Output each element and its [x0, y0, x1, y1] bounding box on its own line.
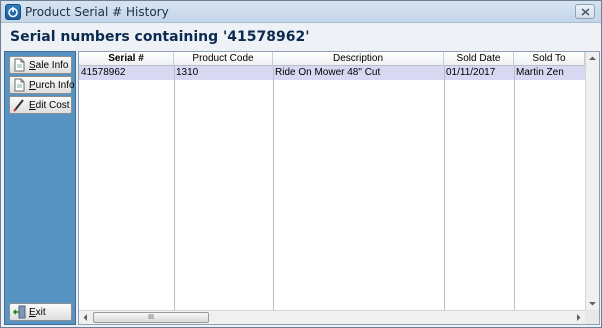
page-heading: Serial numbers containing '41578962'	[10, 29, 310, 45]
window-title: Product Serial # History	[25, 5, 169, 19]
exit-door-icon	[13, 305, 26, 319]
column-header-sold-date[interactable]: Sold Date	[444, 52, 514, 66]
table-header: Serial # Product Code Description Sold D…	[79, 52, 585, 66]
horizontal-scroll-thumb[interactable]: III	[93, 312, 209, 323]
sidebar: Sale Info Purch Info Edit Cost Exit	[4, 51, 76, 325]
sold-to-cell: Martin Zen	[516, 67, 564, 78]
horizontal-scrollbar[interactable]: III	[79, 310, 599, 324]
exit-button[interactable]: Exit	[9, 303, 72, 321]
document-icon	[14, 78, 25, 92]
column-header-description[interactable]: Description	[273, 52, 444, 66]
scrollbar-corner	[585, 310, 599, 324]
sale-info-button[interactable]: Sale Info	[9, 56, 72, 74]
column-header-sold-to[interactable]: Sold To	[514, 52, 585, 66]
exit-label: Exit	[29, 306, 46, 318]
purch-info-label: Purch Info	[29, 79, 75, 91]
column-divider	[174, 66, 175, 310]
column-divider	[273, 66, 274, 310]
column-header-product-code[interactable]: Product Code	[174, 52, 273, 66]
column-divider	[444, 66, 445, 310]
purch-info-button[interactable]: Purch Info	[9, 76, 75, 94]
title-bar: Product Serial # History	[1, 1, 601, 23]
close-button[interactable]	[575, 4, 595, 19]
serial-cell: 41578962	[81, 67, 126, 78]
table-row[interactable]: 41578962 1310 Ride On Mower 48" Cut 01/1…	[79, 66, 585, 80]
column-divider	[514, 66, 515, 310]
product-code-cell: 1310	[176, 67, 199, 78]
sale-info-label: Sale Info	[29, 59, 69, 71]
edit-cost-button[interactable]: Edit Cost	[9, 96, 72, 114]
document-icon	[14, 58, 25, 72]
vertical-scrollbar[interactable]	[585, 52, 599, 310]
pencil-icon	[13, 99, 24, 112]
product-serial-history-window: Product Serial # History Serial numbers …	[0, 0, 602, 328]
sold-date-cell: 01/11/2017	[446, 67, 496, 78]
scroll-down-arrow-icon[interactable]	[586, 297, 599, 310]
description-cell: Ride On Mower 48" Cut	[275, 67, 381, 78]
scroll-up-arrow-icon[interactable]	[586, 52, 599, 65]
scroll-right-arrow-icon[interactable]	[572, 311, 585, 324]
serial-history-table: Serial # Product Code Description Sold D…	[78, 51, 600, 325]
edit-cost-label: Edit Cost	[29, 99, 70, 111]
scroll-left-arrow-icon[interactable]	[79, 311, 92, 324]
column-header-serial[interactable]: Serial #	[79, 52, 174, 66]
close-icon	[581, 8, 590, 16]
power-app-icon	[5, 4, 21, 20]
